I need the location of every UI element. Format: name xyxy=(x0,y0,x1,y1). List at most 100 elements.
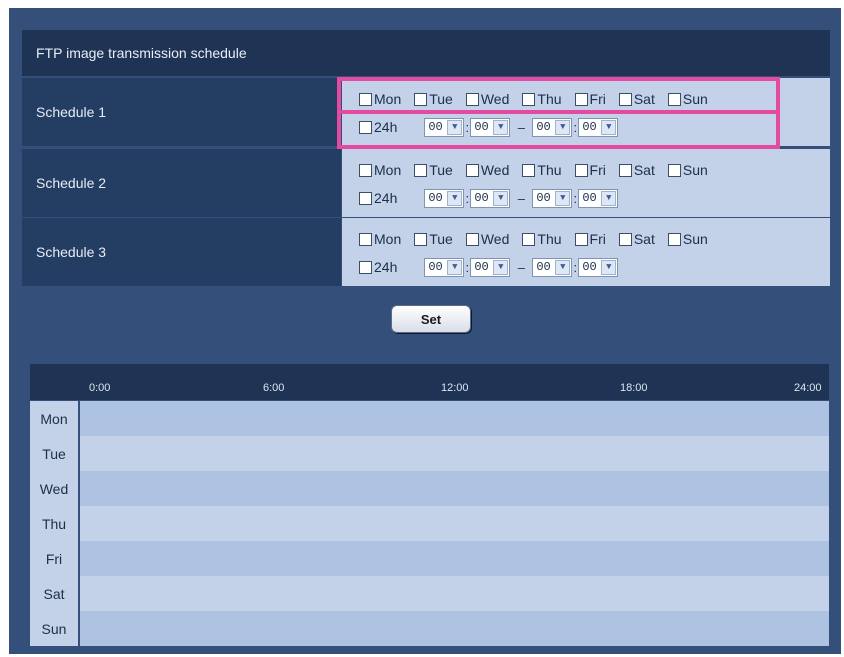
chevron-down-icon[interactable]: ▼ xyxy=(447,119,463,135)
day-checkbox[interactable]: Sat xyxy=(618,231,655,247)
start-minute-select[interactable]: 00 ▼ xyxy=(470,117,511,137)
checkbox-box[interactable] xyxy=(465,163,479,177)
range-separator: – xyxy=(517,119,525,135)
checkbox-box[interactable] xyxy=(414,232,428,246)
day-checkbox-label: Mon xyxy=(374,162,402,178)
checkbox-box[interactable] xyxy=(359,120,372,134)
checkbox-box[interactable] xyxy=(414,92,428,106)
timeline-day-bar xyxy=(80,611,829,646)
day-checkbox[interactable]: Tue xyxy=(414,231,453,247)
set-button[interactable]: Set xyxy=(391,305,471,333)
tick-label: 12:00 xyxy=(441,382,469,394)
chevron-down-icon[interactable]: ▼ xyxy=(601,119,617,135)
day-checkbox[interactable]: Mon xyxy=(359,231,401,247)
chevron-down-icon[interactable]: ▼ xyxy=(555,259,571,275)
day-checkboxes: Mon Tue Wed Thu Fri Sat Sun xyxy=(359,88,721,110)
day-checkbox[interactable]: Thu xyxy=(522,231,562,247)
day-checkbox[interactable]: Sun xyxy=(667,91,708,107)
chevron-down-icon[interactable]: ▼ xyxy=(493,119,509,135)
day-checkboxes: Mon Tue Wed Thu Fri Sat Sun xyxy=(359,159,721,181)
timeline-day-bar xyxy=(80,471,829,506)
chevron-down-icon[interactable]: ▼ xyxy=(555,119,571,135)
schedule-label: Schedule 1 xyxy=(22,78,341,146)
timeline-day-bar xyxy=(80,436,829,471)
checkbox-box[interactable] xyxy=(359,163,372,177)
timeline-day-label: Mon xyxy=(30,401,78,436)
day-checkbox[interactable]: Tue xyxy=(414,91,453,107)
end-minute-select[interactable]: 00 ▼ xyxy=(578,188,619,208)
day-checkbox-label: Sat xyxy=(633,91,655,107)
start-hour-select[interactable]: 00 ▼ xyxy=(424,188,465,208)
checkbox-box[interactable] xyxy=(359,232,372,246)
start-hour-select[interactable]: 00 ▼ xyxy=(424,257,465,277)
day-checkbox[interactable]: Sun xyxy=(667,231,708,247)
schedule-row: Schedule 3 Mon Tue Wed Thu Fri Sat Sun 2… xyxy=(22,218,830,286)
checkbox-box[interactable] xyxy=(667,163,681,177)
start-minute-select[interactable]: 00 ▼ xyxy=(470,257,511,277)
checkbox-box[interactable] xyxy=(667,92,681,106)
checkbox-box[interactable] xyxy=(465,232,479,246)
end-hour-select[interactable]: 00 ▼ xyxy=(532,257,573,277)
day-checkbox[interactable]: Wed xyxy=(465,231,509,247)
all-day-checkbox[interactable]: 24h xyxy=(359,190,397,206)
schedule-row: Schedule 2 Mon Tue Wed Thu Fri Sat Sun 2… xyxy=(22,149,830,217)
timeline-row: Thu xyxy=(30,506,829,541)
checkbox-box[interactable] xyxy=(522,163,536,177)
chevron-down-icon[interactable]: ▼ xyxy=(601,259,617,275)
day-checkbox[interactable]: Sat xyxy=(618,162,655,178)
checkbox-box[interactable] xyxy=(522,92,536,106)
timeline-day-bar xyxy=(80,506,829,541)
checkbox-box[interactable] xyxy=(359,92,372,106)
start-hour-select[interactable]: 00 ▼ xyxy=(424,117,465,137)
day-checkbox[interactable]: Sun xyxy=(667,162,708,178)
checkbox-box[interactable] xyxy=(618,163,632,177)
checkbox-box[interactable] xyxy=(574,232,588,246)
day-checkbox-label: Thu xyxy=(537,162,562,178)
day-checkbox[interactable]: Thu xyxy=(522,91,562,107)
day-checkbox[interactable]: Sat xyxy=(618,91,655,107)
day-checkbox[interactable]: Tue xyxy=(414,162,453,178)
checkbox-box[interactable] xyxy=(667,232,681,246)
schedule-options: Mon Tue Wed Thu Fri Sat Sun 24h 00 ▼: 0… xyxy=(342,149,830,217)
end-hour-select[interactable]: 00 ▼ xyxy=(532,188,573,208)
timeline-row: Fri xyxy=(30,541,829,576)
checkbox-box[interactable] xyxy=(618,92,632,106)
end-minute-select[interactable]: 00 ▼ xyxy=(578,257,619,277)
checkbox-box[interactable] xyxy=(414,163,428,177)
checkbox-box[interactable] xyxy=(359,191,372,205)
chevron-down-icon[interactable]: ▼ xyxy=(601,190,617,206)
day-checkbox-label: Tue xyxy=(429,91,453,107)
chevron-down-icon[interactable]: ▼ xyxy=(493,190,509,206)
day-checkbox[interactable]: Fri xyxy=(574,91,606,107)
day-checkbox-label: Sun xyxy=(682,91,708,107)
all-day-checkbox[interactable]: 24h xyxy=(359,119,397,135)
timeline-day-label: Sat xyxy=(30,576,78,611)
day-checkbox[interactable]: Fri xyxy=(574,231,606,247)
checkbox-box[interactable] xyxy=(359,260,372,274)
day-checkbox[interactable]: Wed xyxy=(465,91,509,107)
chevron-down-icon[interactable]: ▼ xyxy=(493,259,509,275)
chevron-down-icon[interactable]: ▼ xyxy=(555,190,571,206)
day-checkbox[interactable]: Mon xyxy=(359,162,401,178)
checkbox-box[interactable] xyxy=(465,92,479,106)
day-checkbox-label: Sat xyxy=(633,162,655,178)
all-day-checkbox[interactable]: 24h xyxy=(359,259,397,275)
range-separator: – xyxy=(517,190,525,206)
end-minute-select[interactable]: 00 ▼ xyxy=(578,117,619,137)
chevron-down-icon[interactable]: ▼ xyxy=(447,259,463,275)
start-minute-select[interactable]: 00 ▼ xyxy=(470,188,511,208)
day-checkbox[interactable]: Mon xyxy=(359,91,401,107)
end-hour-select[interactable]: 00 ▼ xyxy=(532,117,573,137)
checkbox-box[interactable] xyxy=(574,163,588,177)
checkbox-box[interactable] xyxy=(522,232,536,246)
day-checkbox-label: Thu xyxy=(537,231,562,247)
checkbox-box[interactable] xyxy=(618,232,632,246)
day-checkbox[interactable]: Thu xyxy=(522,162,562,178)
timeline-day-label: Wed xyxy=(30,471,78,506)
checkbox-box[interactable] xyxy=(574,92,588,106)
day-checkbox-label: Tue xyxy=(429,162,453,178)
day-checkbox[interactable]: Fri xyxy=(574,162,606,178)
day-checkbox[interactable]: Wed xyxy=(465,162,509,178)
range-separator: – xyxy=(517,259,525,275)
chevron-down-icon[interactable]: ▼ xyxy=(447,190,463,206)
